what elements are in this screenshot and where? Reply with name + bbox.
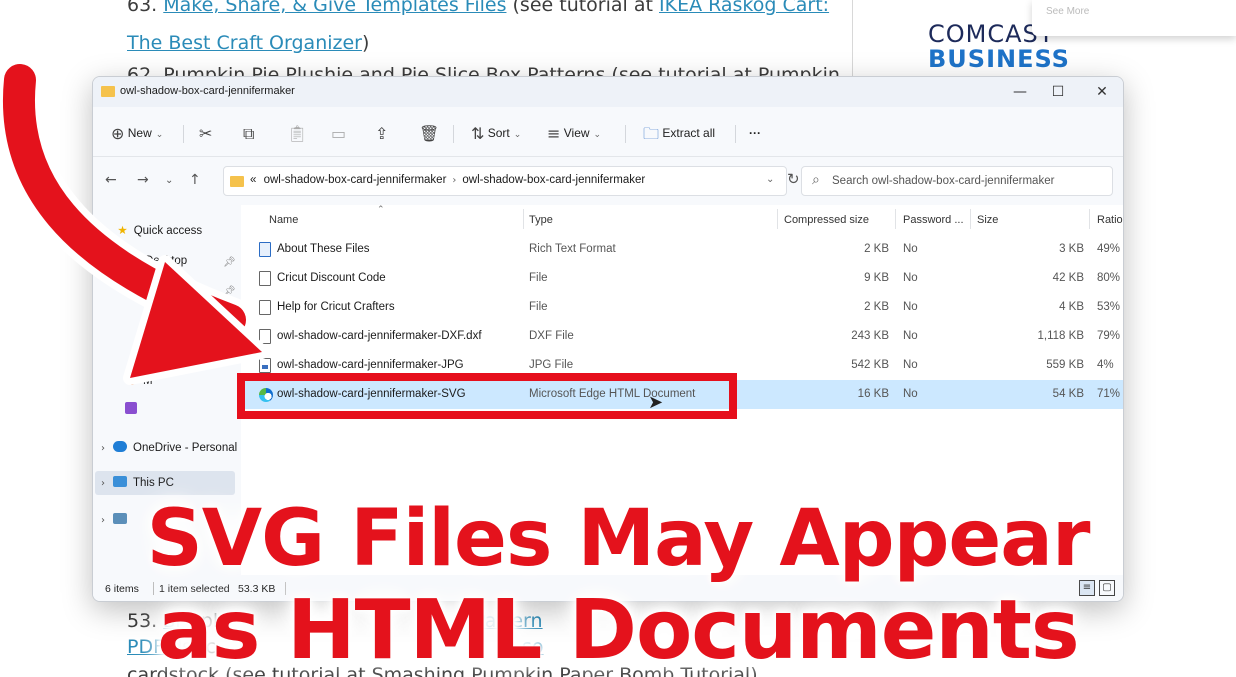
caption-line-2: as HTML Documents <box>157 583 1079 677</box>
mouse-cursor-icon: ➤ <box>648 392 664 413</box>
caption-line-1: SVG Files May Appear <box>146 494 1091 584</box>
